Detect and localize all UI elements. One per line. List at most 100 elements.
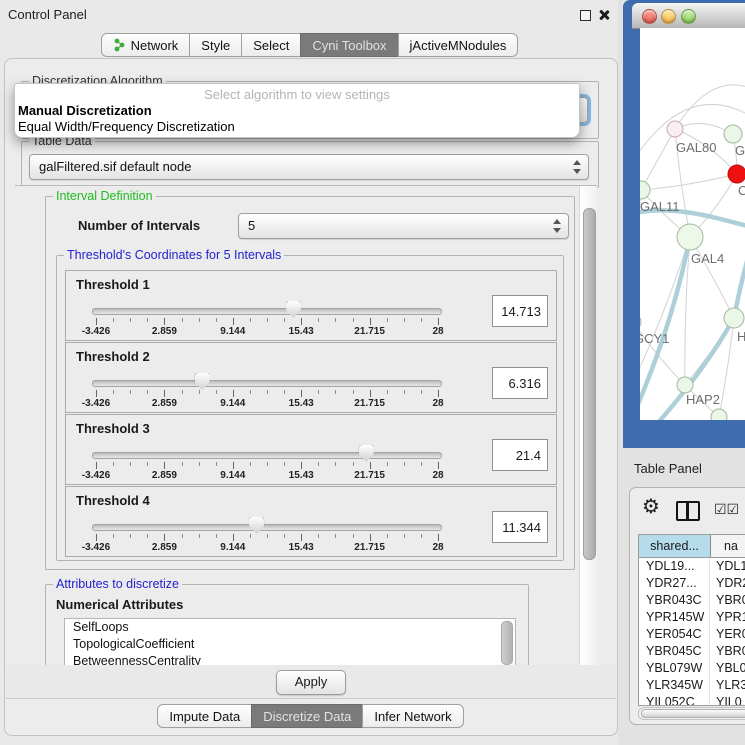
network-node-label: GAL [735,143,745,158]
table-data-combobox[interactable]: galFiltered.sif default node [29,154,589,180]
table-row[interactable]: YDL19...YDL1 [639,558,745,575]
threshold-label: Threshold 1 [76,277,150,292]
top-tab-jactivemnodules[interactable]: jActiveMNodules [398,33,519,57]
slider-track[interactable] [92,524,442,531]
slider-tick [130,462,131,466]
column-header-shared-name[interactable]: shared... [639,535,711,557]
tab-label: Infer Network [374,709,451,724]
slider-thumb[interactable] [249,517,264,534]
slider-thumb[interactable] [359,445,374,462]
slider-track[interactable] [92,452,442,459]
table-horizontal-scrollbar[interactable] [638,707,745,720]
threshold-value-field[interactable]: 14.713 [492,295,548,327]
table-row[interactable]: YLR345WYLR3 [639,677,745,694]
checkbox-icons[interactable]: ☑☑ [714,501,739,518]
slider-tick [301,534,302,541]
table-row[interactable]: YDR27...YDR2 [639,575,745,592]
bottom-tab-impute-data[interactable]: Impute Data [157,704,252,728]
table-row[interactable]: YBL079WYBL0 [639,660,745,677]
network-edge-highlighted[interactable] [734,243,745,318]
interval-definition-group: Interval Definition Number of Intervals … [45,196,575,570]
cell-shared-name: YDL19... [639,558,710,575]
numerical-attributes-list[interactable]: SelfLoopsTopologicalCoefficientBetweenne… [64,618,516,667]
network-graph: GAL80GALCGAL11GAL4GCY1HHAP2 [640,28,745,420]
network-node-gcy1[interactable] [640,314,641,330]
slider-tick-label: 21.715 [354,326,385,337]
threshold-coordinates-group: Threshold's Coordinates for 5 Intervals … [56,255,564,561]
attribute-item-topologicalcoefficient[interactable]: TopologicalCoefficient [65,636,515,653]
network-node-c[interactable] [728,165,745,183]
slider-tick [164,390,165,397]
attributes-scrollbar-thumb[interactable] [501,621,513,665]
minimize-traffic-light[interactable] [661,9,676,24]
table-row[interactable]: YER054CYER0 [639,626,745,643]
top-tab-cyni-toolbox[interactable]: Cyni Toolbox [300,33,398,57]
cyni-toolbox-panel: Discretization Algorithm Select algorith… [4,58,618,736]
network-node-hap2[interactable] [677,377,693,393]
gear-icon[interactable]: ⚙ [642,497,660,517]
table-row[interactable]: YBR045CYBR0 [639,643,745,660]
columns-icon[interactable] [676,501,700,521]
network-node-gal[interactable] [724,125,742,143]
control-panel-tabs: NetworkStyleSelectCyni ToolboxjActiveMNo… [0,33,620,57]
settings-scrollbar[interactable] [579,186,597,666]
slider-tick [267,462,268,466]
slider-thumb[interactable] [286,301,301,318]
threshold-slider-1[interactable]: -3.4262.8599.14415.4321.71528 [96,305,438,335]
slider-tick [318,390,319,394]
threshold-value-field[interactable]: 21.4 [492,439,548,471]
apply-button[interactable]: Apply [276,670,346,695]
slider-tick [404,534,405,538]
table-row[interactable]: YPR145WYPR1 [639,609,745,626]
network-edge[interactable] [690,237,734,318]
attribute-item-selfloops[interactable]: SelfLoops [65,619,515,636]
number-of-intervals-combobox[interactable]: 5 [238,213,569,239]
bottom-tab-discretize-data[interactable]: Discretize Data [251,704,363,728]
algorithm-option-equal-width-frequency[interactable]: Equal Width/Frequency Discretization [18,119,235,134]
network-icon [113,38,126,52]
float-window-icon[interactable] [580,10,591,21]
threshold-value-field[interactable]: 11.344 [492,511,548,543]
table-row[interactable]: YBR043CYBR0 [639,592,745,609]
cell-name: YLR3 [710,677,745,694]
network-node-h[interactable] [724,308,744,328]
threshold-value-field[interactable]: 6.316 [492,367,548,399]
network-window-titlebar[interactable] [632,3,745,29]
network-node[interactable] [711,409,727,420]
threshold-slider-2[interactable]: -3.4262.8599.14415.4321.71528 [96,377,438,407]
top-tab-select[interactable]: Select [241,33,301,57]
network-edge[interactable] [675,85,745,129]
bottom-tab-infer-network[interactable]: Infer Network [362,704,463,728]
algorithm-option-manual-discretization[interactable]: Manual Discretization [18,103,152,118]
network-node-gal4[interactable] [677,224,703,250]
zoom-traffic-light[interactable] [681,9,696,24]
slider-track[interactable] [92,380,442,387]
network-edge[interactable] [640,237,690,388]
table-panel-title: Table Panel [634,461,702,476]
close-traffic-light[interactable] [642,9,657,24]
column-header-name[interactable]: na [711,535,745,557]
network-edge[interactable] [641,174,737,190]
algorithm-hint-item[interactable]: Select algorithm to view settings [15,87,579,102]
settings-scrollbar-thumb[interactable] [583,208,596,560]
threshold-panel-4: Threshold 4-3.4262.8599.14415.4321.71528… [65,486,557,557]
threshold-slider-4[interactable]: -3.4262.8599.14415.4321.71528 [96,521,438,551]
top-tab-network[interactable]: Network [101,33,191,57]
threshold-slider-3[interactable]: -3.4262.8599.14415.4321.71528 [96,449,438,479]
network-node-gal80[interactable] [667,121,683,137]
slider-tick [421,390,422,394]
network-view-window[interactable]: GAL80GALCGAL11GAL4GCY1HHAP2 [623,0,745,448]
threshold-panel-2: Threshold 2-3.4262.8599.14415.4321.71528… [65,342,557,413]
slider-thumb[interactable] [195,373,210,390]
close-icon[interactable] [598,9,610,21]
network-edge[interactable] [641,129,675,190]
slider-tick-label: 28 [432,398,443,409]
table-row[interactable]: YIL052CYIL0 [639,694,745,706]
top-tab-style[interactable]: Style [189,33,242,57]
slider-track[interactable] [92,308,442,315]
threshold-panel-1: Threshold 1 -3.4262.8599.14415.4321.71528… [65,270,557,341]
cell-shared-name: YER054C [639,626,710,643]
network-node-gal11[interactable] [640,181,650,199]
network-canvas[interactable]: GAL80GALCGAL11GAL4GCY1HHAP2 [640,28,745,420]
table-hscrollbar-thumb[interactable] [641,709,745,718]
